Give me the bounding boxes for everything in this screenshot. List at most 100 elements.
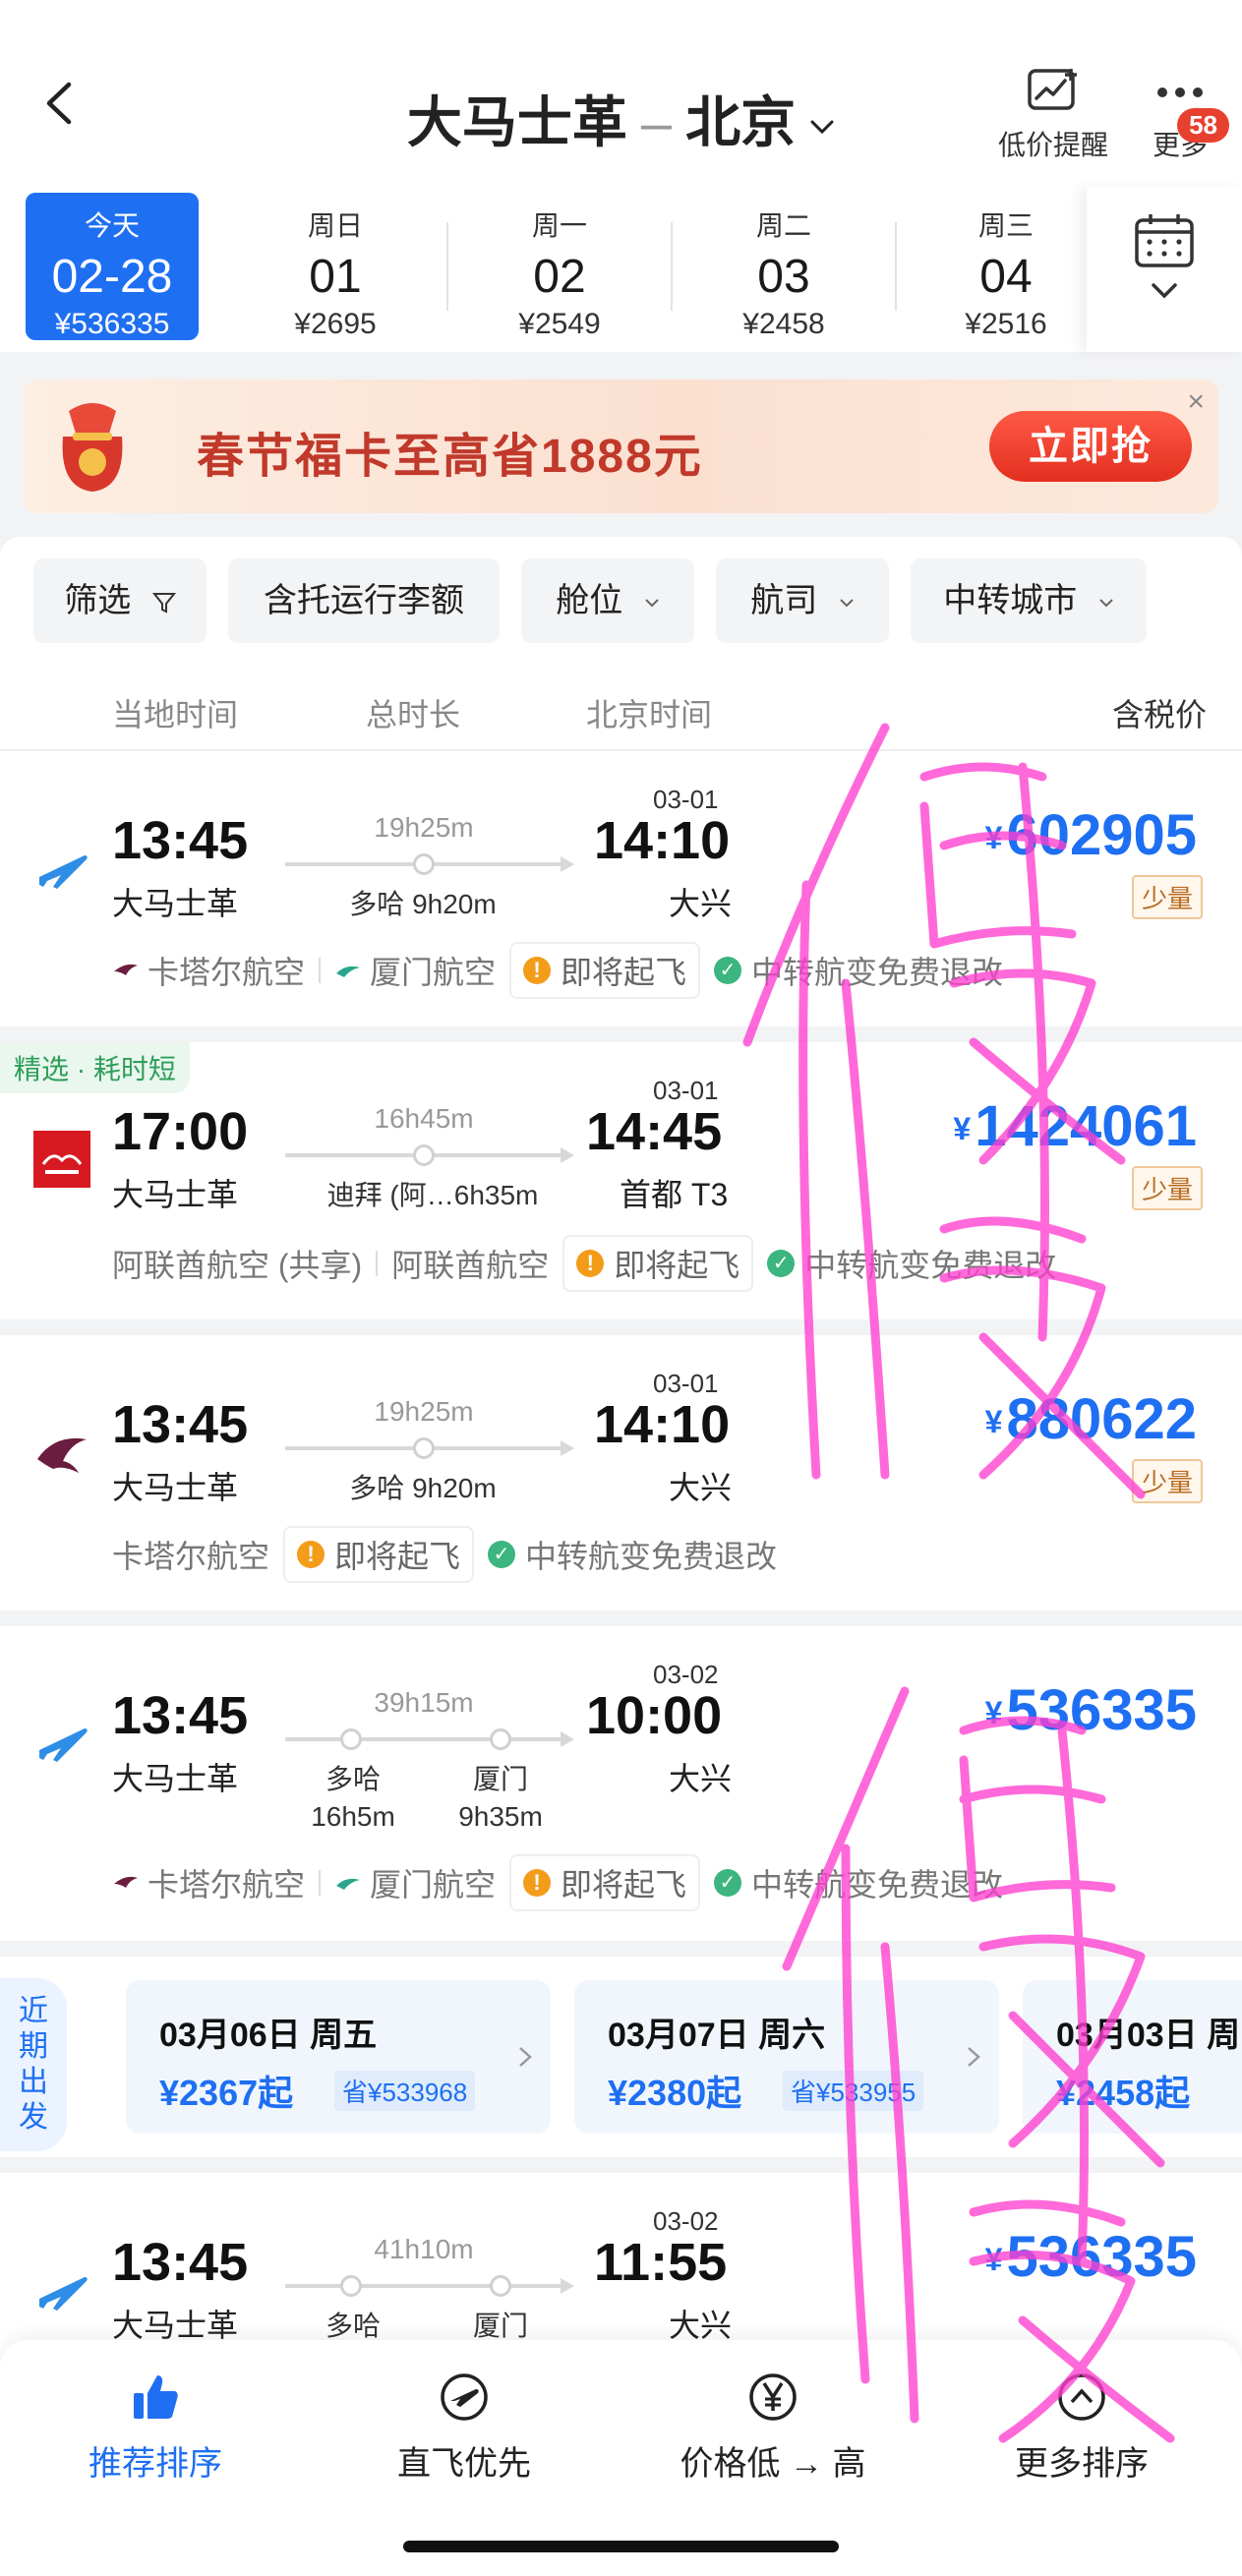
transfer-city-filter-label: 中转城市 [943,582,1078,619]
filter-funnel-icon [151,593,176,614]
price-alert-icon [1028,69,1077,110]
sort-label: 推荐排序 [89,2445,222,2483]
price-value: 880622 [1006,1387,1197,1451]
transfer-info: 迪拜 (阿…6h35m [326,1180,539,1210]
sort-price-low-high[interactable]: 价格低 → 高 [625,2370,920,2485]
yen-icon [749,2373,797,2421]
chevron-down-icon [645,599,659,608]
chevron-down-icon [1099,599,1113,608]
divider [319,1870,322,1896]
filter-button[interactable]: 筛选 [33,558,207,643]
baggage-filter[interactable]: 含托运行李额 [228,558,500,643]
warning-icon: ! [523,1869,552,1897]
arrival-airport: 大兴 [669,1470,733,1505]
route-line [285,2278,574,2294]
column-price: 含税价 [1111,697,1207,732]
date-weekday: 周二 [755,210,811,241]
airline-filter[interactable]: 航司 [716,558,889,643]
nearby-price: ¥2380起 [608,2073,742,2113]
calendar-button[interactable] [1087,187,1242,352]
sort-direct-first[interactable]: 直飞优先 [317,2370,612,2485]
departing-soon-pill: ! 即将起飞 [283,1526,475,1583]
transfer-duration: 9h35m [458,1801,543,1832]
date-weekday: 周三 [977,210,1034,241]
flight-card[interactable]: 13:45 大马士革 19h25m 多哈 9h20m 03-01 14:10 大… [0,1335,1242,1626]
flight-duration: 16h45m [374,1103,474,1134]
more-button[interactable]: 更多 58 [1131,67,1229,163]
promo-banner[interactable]: 春节福卡至高省1888元 立即抢 × [24,380,1218,513]
qatar-airways-logo-icon [37,1437,87,1473]
route-line [285,1731,574,1747]
chevron-right-icon [968,2047,980,2067]
date-price: ¥536335 [54,308,170,340]
nearby-saving: 省¥533955 [783,2071,924,2111]
currency-symbol: ¥ [984,820,1003,855]
close-icon[interactable]: × [1187,385,1205,419]
date-item[interactable]: 周三 04 ¥2516 [903,193,1109,340]
transfer-city-filter[interactable]: 中转城市 [911,558,1147,643]
arrival-time: 10:00 [586,1686,723,1745]
thumbs-up-icon [134,2375,178,2419]
price-value: 1424061 [975,1094,1197,1158]
departing-soon-pill: ! 即将起飞 [562,1235,754,1292]
nearby-departures: 近期出发 03月06日 周五 ¥2367起 省¥533968 03月07日 周六… [0,1957,1242,2173]
transfer-info: 多哈 9h20m [349,889,497,919]
divider [319,958,322,983]
flight-duration: 19h25m [374,812,474,843]
date-item[interactable]: 周一 02 ¥2549 [456,193,663,340]
stop-dot [413,1437,435,1459]
xiamen-airlines-icon [336,1878,361,1890]
price-alert-label: 低价提醒 [997,130,1108,160]
date-item[interactable]: 周日 01 ¥2695 [232,193,439,340]
nearby-saving: 省¥533968 [334,2071,476,2111]
emirates-logo-icon [33,1131,90,1188]
nearby-date: 03月03日 周 [1056,2017,1241,2054]
nearby-date-card[interactable]: 03月03日 周 ¥2458起 [1023,1980,1242,2134]
currency-symbol: ¥ [984,2242,1003,2277]
destination-city: 北京 [685,91,797,153]
arrival-airport: 首都 T3 [620,1177,729,1212]
warning-icon: ! [297,1541,325,1568]
promo-cta-button[interactable]: 立即抢 [989,411,1192,482]
sort-more[interactable]: 更多排序 [934,2370,1229,2485]
transfer-city: 多哈 [325,1764,381,1794]
price-value: 536335 [1006,1678,1197,1742]
nearby-date-card[interactable]: 03月06日 周五 ¥2367起 省¥533968 [126,1980,551,2134]
nearby-label-text: 近期出发 [19,1995,48,2134]
date-weekday: 周日 [307,210,363,241]
stop-dot [340,1728,362,1750]
flight-meta: 卡塔尔航空 厦门航空 ! 即将起飞 ✓ 中转航变免费退改 [112,940,1003,1001]
price-alert-button[interactable]: 低价提醒 [989,67,1117,163]
column-duration: 总时长 [366,697,461,732]
cabin-filter[interactable]: 舱位 [521,558,694,643]
airline-name: 卡塔尔航空 [112,1539,270,1574]
airline-name: 厦门航空 [370,1867,497,1903]
nearby-date-card[interactable]: 03月07日 周六 ¥2380起 省¥533955 [574,1980,999,2134]
baggage-filter-label: 含托运行李额 [264,582,464,619]
departure-airport: 大马士革 [112,1177,239,1212]
date-price: ¥2695 [294,308,377,340]
flight-duration: 41h10m [374,2234,474,2264]
flight-card[interactable]: 13:45 大马士革 39h15m 多哈 16h5m 厦门 9h35m 03-0… [0,1626,1242,1957]
date-item[interactable]: 周二 03 ¥2458 [680,193,887,340]
column-beijing-time: 北京时间 [586,697,713,732]
airline-name: 阿联酋航空 [391,1248,550,1283]
sort-label: 直飞优先 [397,2445,531,2483]
date-today[interactable]: 今天 02-28 ¥536335 [26,193,199,340]
sort-recommended[interactable]: 推荐排序 [8,2370,303,2485]
warning-icon: ! [523,957,552,984]
sort-label: 更多排序 [1015,2445,1149,2483]
stop-dot [413,1144,435,1166]
arrival-time: 14:45 [586,1102,723,1161]
airline-filter-label: 航司 [750,582,818,619]
airline-name: 卡塔尔航空 [148,1867,306,1903]
divider [671,222,673,311]
flight-card[interactable]: 13:45 大马士革 19h25m 多哈 9h20m 03-01 14:10 大… [0,751,1242,1042]
route-separator: – [640,91,673,153]
departure-time: 13:45 [112,2233,249,2292]
check-icon: ✓ [714,957,742,984]
arrival-time: 11:55 [594,2233,728,2292]
transfer-city: 厦门 [472,1764,528,1794]
flight-card[interactable]: 精选 · 耗时短 17:00 大马士革 16h45m 迪拜 (阿…6h35m 0… [0,1042,1242,1335]
departing-soon-pill: ! 即将起飞 [509,1854,701,1911]
